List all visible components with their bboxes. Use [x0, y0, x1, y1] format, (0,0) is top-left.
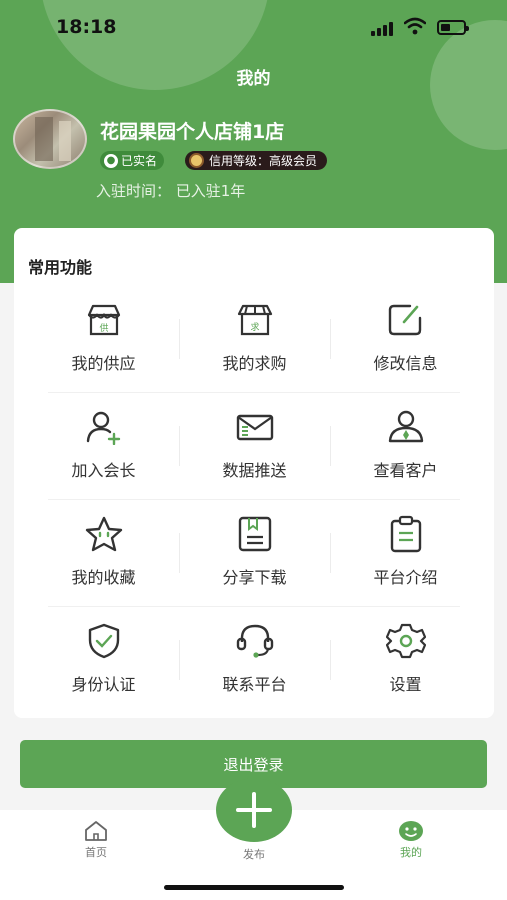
credit-level-badge: 信用等级：高级会员 [185, 151, 328, 170]
plus-icon [236, 792, 272, 828]
gear-icon [385, 621, 426, 661]
join-time: 入驻时间： 已入驻1年 [96, 182, 246, 200]
function-label: 查看客户 [373, 461, 438, 480]
tab-label: 我的 [400, 846, 422, 859]
credit-level-label: 信用等级：高级会员 [209, 154, 318, 168]
wifi-icon [404, 17, 426, 35]
function-grid: 供 我的供应 求 我的求购 修改信息 加入会长 数据推送 查看客户 我的收藏 分… [28, 286, 480, 714]
battery-icon [437, 20, 469, 35]
clipboard-icon [386, 514, 426, 554]
function-identity-verify[interactable]: 身份认证 [28, 607, 179, 714]
function-view-customers[interactable]: 查看客户 [330, 393, 481, 500]
tab-mine[interactable]: 我的 [371, 820, 451, 860]
user-verified-icon: ● [104, 153, 118, 168]
function-data-push[interactable]: 数据推送 [179, 393, 330, 500]
status-bar: 18:18 [0, 0, 507, 56]
tab-label: 首页 [85, 846, 107, 859]
profile-face-icon [399, 821, 423, 841]
function-label: 平台介绍 [373, 568, 438, 587]
function-contact-platform[interactable]: 联系平台 [179, 607, 330, 714]
function-label: 加入会长 [71, 461, 136, 480]
function-label: 我的供应 [71, 354, 136, 373]
supply-store-icon: 供 [84, 300, 124, 340]
star-icon [84, 514, 124, 554]
verified-badge-label: 已实名 [121, 154, 158, 168]
function-share-download[interactable]: 分享下载 [179, 500, 330, 607]
tab-label: 发布 [243, 848, 265, 861]
headset-icon [235, 621, 275, 661]
function-settings[interactable]: 设置 [330, 607, 481, 714]
purchase-store-icon: 求 [235, 300, 275, 340]
function-label: 我的求购 [222, 354, 287, 373]
add-user-icon [84, 407, 124, 447]
page-title: 我的 [236, 69, 271, 89]
function-label: 分享下载 [222, 568, 287, 587]
status-time: 18:18 [56, 16, 117, 38]
function-my-purchase[interactable]: 求 我的求购 [179, 286, 330, 393]
function-my-supply[interactable]: 供 我的供应 [28, 286, 179, 393]
home-icon [85, 821, 107, 841]
verified-badge: ● 已实名 [100, 151, 165, 170]
avatar[interactable] [13, 109, 87, 169]
envelope-icon [235, 407, 275, 447]
svg-text:供: 供 [99, 322, 108, 334]
publish-fab-button[interactable] [216, 778, 292, 842]
function-platform-intro[interactable]: 平台介绍 [330, 500, 481, 607]
function-label: 我的收藏 [71, 568, 136, 587]
home-indicator [164, 885, 344, 890]
function-my-favorites[interactable]: 我的收藏 [28, 500, 179, 607]
medal-icon [189, 153, 204, 168]
edit-icon [386, 300, 426, 340]
function-join-president[interactable]: 加入会长 [28, 393, 179, 500]
common-functions-card: 常用功能 供 我的供应 求 我的求购 修改信息 加入会长 数据推送 查看客户 我… [14, 228, 494, 718]
share-document-icon [235, 514, 275, 554]
function-label: 数据推送 [222, 461, 287, 480]
tab-home[interactable]: 首页 [56, 820, 136, 860]
shield-check-icon [84, 621, 124, 661]
function-label: 身份认证 [71, 675, 136, 694]
tab-publish[interactable]: 发布 [214, 844, 294, 862]
cell-signal-icon [371, 22, 397, 36]
function-label: 设置 [389, 675, 422, 694]
customer-icon [386, 407, 426, 447]
section-title: 常用功能 [28, 258, 93, 277]
shop-name: 花园果园个人店铺1店 [100, 121, 285, 143]
svg-text:求: 求 [250, 321, 259, 333]
function-edit-info[interactable]: 修改信息 [330, 286, 481, 393]
function-label: 修改信息 [373, 354, 438, 373]
function-label: 联系平台 [222, 675, 287, 694]
